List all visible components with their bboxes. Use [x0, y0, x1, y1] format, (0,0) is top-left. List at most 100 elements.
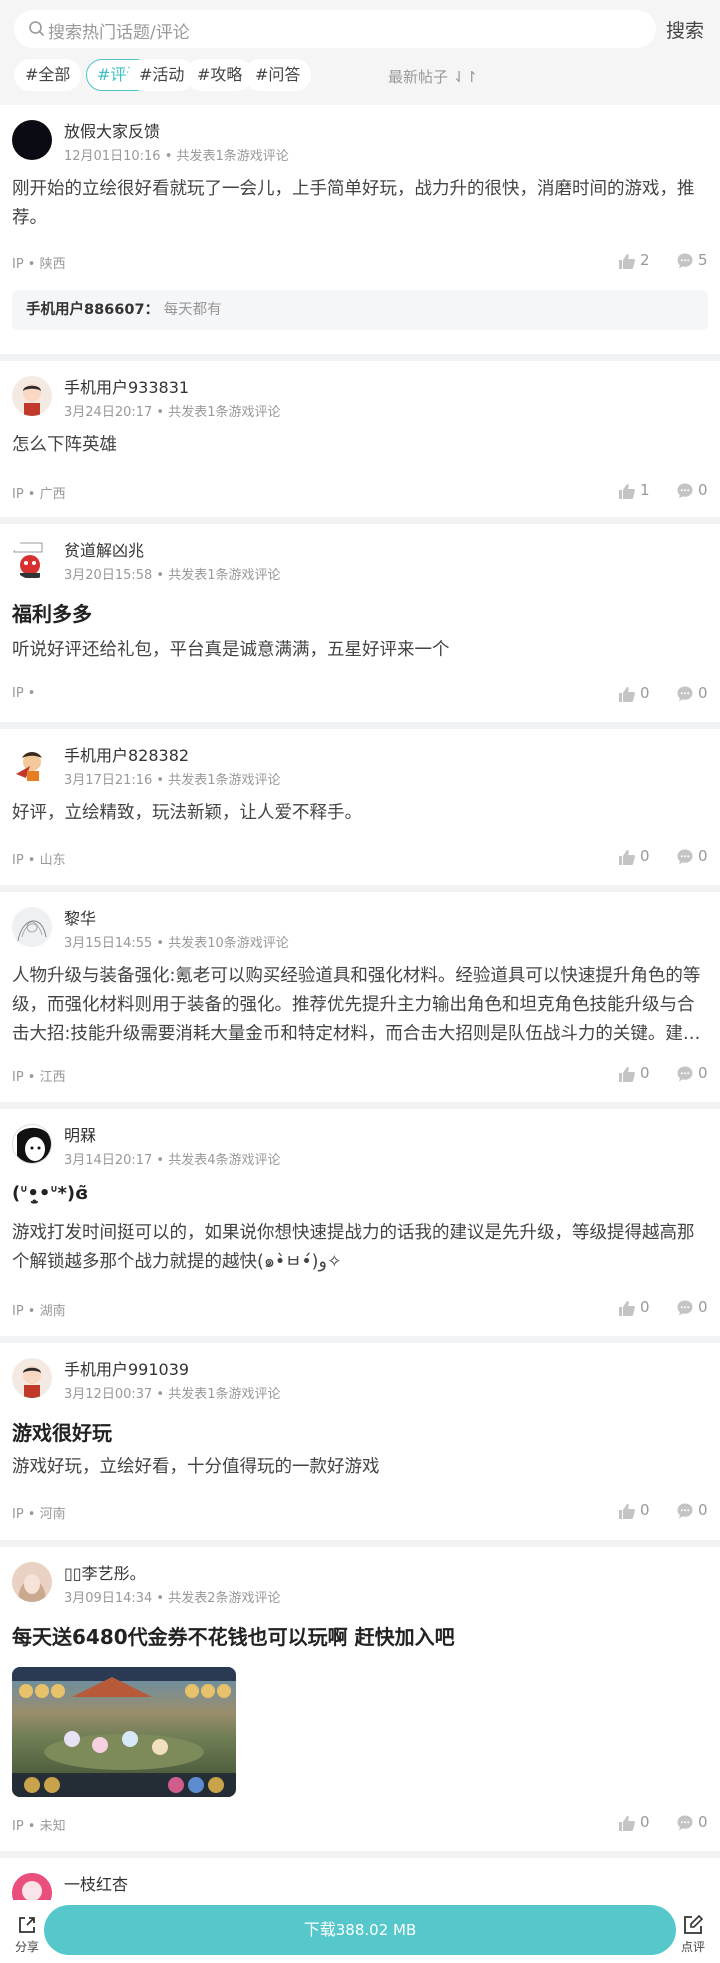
post-username[interactable]: 一枝红杏: [64, 1871, 128, 1895]
like-count: 0: [640, 1501, 650, 1519]
comment-icon: [677, 849, 693, 865]
like-count: 1: [640, 481, 650, 499]
post-image[interactable]: [12, 1667, 236, 1797]
edit-icon: [684, 1914, 704, 1934]
avatar[interactable]: [12, 120, 52, 160]
post-date: 3月24日20:17: [64, 405, 153, 420]
comment-count: 0: [698, 847, 708, 865]
avatar[interactable]: [12, 1562, 52, 1602]
comment-count: 0: [698, 684, 708, 702]
thumbs-up-icon: [619, 850, 635, 865]
post-content[interactable]: 怎么下阵英雄: [12, 431, 708, 460]
post-date: 3月15日14:55: [64, 936, 153, 951]
post-card[interactable]: 放假大家反馈 12月01日10:16 • 共发表1条游戏评论 刚开始的立绘很好看…: [0, 105, 720, 354]
post-count: 共发表1条游戏评论: [168, 1387, 281, 1402]
comment-icon: [677, 686, 693, 702]
post-username[interactable]: 贫道解凶兆: [64, 537, 144, 561]
post-date: 3月14日20:17: [64, 1153, 153, 1168]
post-content[interactable]: 听说好评还给礼包，平台真是诚意满满，五星好评来一个: [12, 636, 708, 665]
post-username[interactable]: 黎华: [64, 905, 96, 929]
bottom-bar: 分享 下载388.02 MB 点评: [0, 1900, 720, 1963]
post-card[interactable]: 手机用户828382 3月17日21:16 • 共发表1条游戏评论 好评，立绘精…: [0, 729, 720, 885]
post-content[interactable]: 游戏好玩，立绘好看，十分值得玩的一款好游戏: [12, 1453, 708, 1482]
post-date: 3月17日21:16: [64, 773, 153, 788]
post-ip: IP •: [12, 686, 36, 701]
post-card[interactable]: 明槑 3月14日20:17 • 共发表4条游戏评论 (ᐡ•̥̫•ᐡ*)ɞ̃ 游戏…: [0, 1109, 720, 1336]
post-username[interactable]: 明槑: [64, 1122, 96, 1146]
post-content[interactable]: 人物升级与装备强化:氪老可以购买经验道具和强化材料。经验道具可以快速提升角色的等…: [12, 962, 708, 1049]
post-card[interactable]: 手机用户991039 3月12日00:37 • 共发表1条游戏评论 游戏很好玩 …: [0, 1343, 720, 1540]
like-count: 0: [640, 1064, 650, 1082]
post-card[interactable]: 贫道解凶兆 3月20日15:58 • 共发表1条游戏评论 福利多多 听说好评还给…: [0, 524, 720, 722]
like-count: 0: [640, 1298, 650, 1316]
post-count: 共发表1条游戏评论: [168, 773, 281, 788]
comment-count: 0: [698, 1298, 708, 1316]
post-card[interactable]: 黎华 3月15日14:55 • 共发表10条游戏评论 人物升级与装备强化:氪老可…: [0, 892, 720, 1102]
post-ip: IP • 湖南: [12, 1304, 66, 1319]
thumbs-up-icon: [619, 1816, 635, 1831]
thumbs-up-icon: [619, 1301, 635, 1316]
download-button[interactable]: 下载388.02 MB: [44, 1905, 676, 1955]
share-label: 分享: [14, 1940, 39, 1954]
avatar[interactable]: [12, 539, 52, 579]
post-meta: 3月24日20:17 • 共发表1条游戏评论: [64, 405, 281, 420]
post-username[interactable]: 手机用户828382: [64, 742, 189, 766]
post-title[interactable]: 福利多多: [12, 598, 92, 627]
post-username[interactable]: 手机用户933831: [64, 374, 189, 398]
comment-count: 5: [698, 251, 708, 269]
post-ip: IP • 广西: [12, 487, 66, 502]
post-date: 3月09日14:34: [64, 1591, 153, 1606]
post-content[interactable]: 刚开始的立绘很好看就玩了一会儿，上手简单好玩，战力升的很快，消磨时间的游戏，推荐…: [12, 175, 708, 233]
sort-dropdown[interactable]: 最新帖子 ⇃↾: [388, 66, 478, 87]
reply-preview[interactable]: 手机用户886607： 每天都有: [12, 290, 708, 330]
avatar[interactable]: [12, 907, 52, 947]
sort-label: 最新帖子: [388, 68, 449, 86]
tag-qa[interactable]: #问答: [244, 59, 312, 91]
post-title[interactable]: (ᐡ•̥̫•ᐡ*)ɞ̃: [12, 1183, 88, 1204]
tag-all[interactable]: #全部: [14, 59, 82, 91]
post-count: 共发表1条游戏评论: [168, 568, 281, 583]
post-content[interactable]: 游戏打发时间挺可以的，如果说你想快速提战力的话我的建议是先升级，等级提得越高那个…: [12, 1219, 708, 1277]
top-bar: 搜索热门话题/评论 搜索 #全部 #评论 #活动 #攻略 #问答 最新帖子 ⇃↾: [0, 0, 720, 105]
post-count: 共发表2条游戏评论: [168, 1591, 281, 1606]
avatar[interactable]: [12, 376, 52, 416]
comment-count: 0: [698, 481, 708, 499]
reply-text: 每天都有: [163, 302, 222, 318]
post-card[interactable]: 手机用户933831 3月24日20:17 • 共发表1条游戏评论 怎么下阵英雄…: [0, 361, 720, 517]
post-meta: 3月14日20:17 • 共发表4条游戏评论: [64, 1153, 281, 1168]
post-title[interactable]: 每天送6480代金券不花钱也可以玩啊 赶快加入吧: [12, 1621, 455, 1650]
post-username[interactable]: ▯▯李艺彤。: [64, 1560, 146, 1584]
review-button[interactable]: 点评: [676, 1914, 710, 1955]
avatar-photo-icon: [12, 1562, 52, 1602]
search-button[interactable]: 搜索: [666, 16, 704, 43]
post-username[interactable]: 手机用户991039: [64, 1356, 189, 1380]
share-button[interactable]: 分享: [10, 1914, 44, 1955]
post-ip: IP • 陕西: [12, 257, 66, 272]
post-date: 3月12日00:37: [64, 1387, 153, 1402]
post-meta: 12月01日10:16 • 共发表1条游戏评论: [64, 149, 289, 164]
like-count: 0: [640, 684, 650, 702]
avatar[interactable]: [12, 744, 52, 784]
like-count: 0: [640, 1813, 650, 1831]
comment-icon: [677, 1503, 693, 1519]
post-meta: 3月20日15:58 • 共发表1条游戏评论: [64, 568, 281, 583]
thumbs-up-icon: [619, 484, 635, 499]
search-input[interactable]: 搜索热门话题/评论: [14, 10, 656, 48]
sort-icon: ⇃↾: [452, 68, 478, 86]
post-count: 共发表1条游戏评论: [176, 149, 289, 164]
thumbs-up-icon: [619, 687, 635, 702]
avatar[interactable]: [12, 1124, 52, 1164]
post-card[interactable]: ▯▯李艺彤。 3月09日14:34 • 共发表2条游戏评论 每天送6480代金券…: [0, 1547, 720, 1851]
comment-icon: [677, 253, 693, 269]
avatar-cartoon-icon: [23, 384, 41, 416]
post-meta: 3月15日14:55 • 共发表10条游戏评论: [64, 936, 289, 951]
comment-count: 0: [698, 1813, 708, 1831]
post-content[interactable]: 好评，立绘精致，玩法新颖，让人爱不释手。: [12, 799, 708, 828]
post-username[interactable]: 放假大家反馈: [64, 118, 160, 142]
download-label: 下载: [303, 1920, 336, 1939]
search-placeholder: 搜索热门话题/评论: [48, 23, 190, 43]
thumbs-up-icon: [619, 1067, 635, 1082]
avatar[interactable]: [12, 1358, 52, 1398]
post-title[interactable]: 游戏很好玩: [12, 1417, 112, 1446]
post-ip: IP • 河南: [12, 1507, 66, 1522]
